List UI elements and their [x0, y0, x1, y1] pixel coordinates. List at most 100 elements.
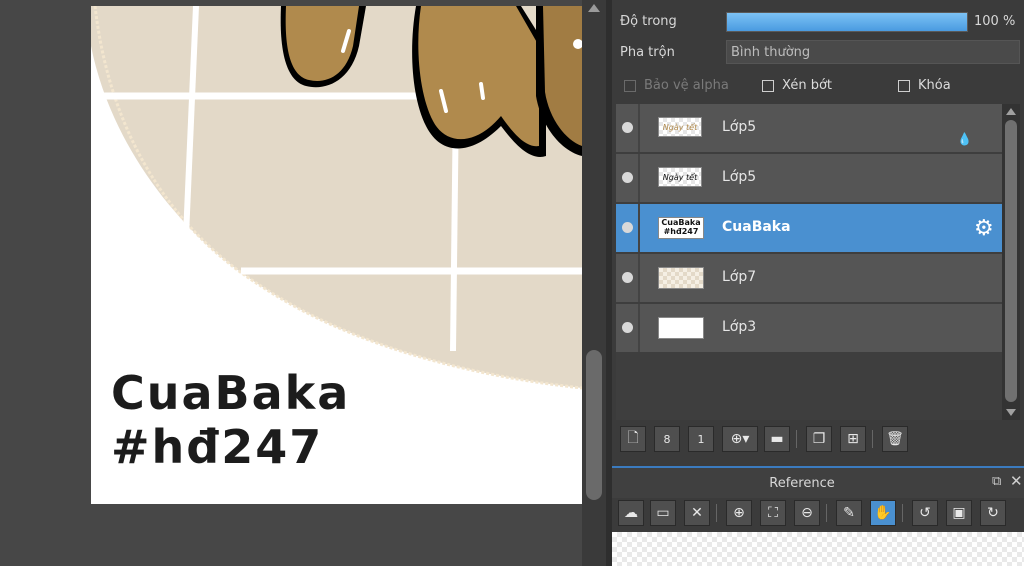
page-icon: 🗋: [627, 430, 639, 446]
toolbar-separator: [716, 504, 717, 522]
rotate-left-icon: ↺: [919, 505, 931, 521]
merge-icon: ⊞: [847, 431, 859, 447]
opacity-slider-fill: [727, 13, 967, 31]
clip-checkbox[interactable]: Xén bớt: [762, 78, 832, 93]
layer-thumbnail: CuaBaka #hđ247: [658, 217, 704, 239]
layer-row[interactable]: Ngày tết Lớp5 💧: [616, 104, 1002, 154]
close-x-icon: ✕: [691, 505, 703, 521]
layer-row[interactable]: Lớp3: [616, 304, 1002, 354]
fit-screen-icon: ⛶: [768, 505, 778, 521]
reference-open-button[interactable]: ▭: [650, 500, 676, 526]
scroll-up-arrow-icon[interactable]: [588, 4, 600, 12]
merge-layer-button[interactable]: ⊞: [840, 426, 866, 452]
opacity-value: 100 %: [974, 14, 1016, 29]
scroll-down-arrow-icon[interactable]: [1006, 409, 1016, 416]
eyedropper-icon: ✎: [843, 505, 855, 521]
layer-thumbnail: Ngày tết: [658, 117, 702, 137]
layer-row[interactable]: Lớp7: [616, 254, 1002, 304]
layer-scroll-thumb[interactable]: [1005, 120, 1017, 402]
checkbox-box: [624, 79, 636, 92]
zoom-out-button[interactable]: ⊖: [794, 500, 820, 526]
reference-header: Reference ⧉ ✕: [612, 466, 1024, 498]
eyedropper-button[interactable]: ✎: [836, 500, 862, 526]
folder-icon: ▬: [770, 431, 784, 447]
reference-title: Reference: [769, 476, 835, 491]
lock-checkbox[interactable]: Khóa: [898, 78, 951, 93]
reference-close-button[interactable]: ✕: [684, 500, 710, 526]
rotate-left-button[interactable]: ↺: [912, 500, 938, 526]
rotate-right-button[interactable]: ↻: [980, 500, 1006, 526]
layer-name: Lớp3: [722, 319, 757, 335]
clip-label: Xén bớt: [782, 78, 832, 93]
duplicate-layer-button[interactable]: ❐: [806, 426, 832, 452]
ink-drop-icon: 💧: [957, 132, 972, 146]
canvas-vertical-scrollbar[interactable]: [582, 0, 606, 566]
layer-name: Lớp5: [722, 119, 757, 135]
reference-upload-button[interactable]: ☁: [618, 500, 644, 526]
layer-gutter: [638, 104, 640, 152]
fit-view-button[interactable]: ⛶: [760, 500, 786, 526]
hand-tool-button[interactable]: ✋: [870, 500, 896, 526]
new-folder-button[interactable]: ▬: [764, 426, 790, 452]
add-page-dropdown-icon: ⊕▾: [730, 431, 750, 447]
popout-icon[interactable]: ⧉: [992, 474, 1001, 489]
layer-row-selected[interactable]: CuaBaka #hđ247 CuaBaka ⚙: [616, 204, 1002, 254]
layer-thumbnail: [658, 267, 704, 289]
hand-icon: ✋: [874, 505, 892, 521]
gear-icon[interactable]: ⚙: [974, 216, 994, 241]
layer-thumbnail: [658, 317, 704, 339]
toolbar-separator: [872, 430, 873, 448]
toolbar-separator: [796, 430, 797, 448]
layer-row[interactable]: Ngày tết Lớp5: [616, 154, 1002, 204]
layer-gutter: [638, 254, 640, 302]
new-layer-button[interactable]: 🗋: [620, 426, 646, 452]
protect-alpha-checkbox[interactable]: Bảo vệ alpha: [624, 78, 729, 93]
close-icon[interactable]: ✕: [1010, 472, 1023, 490]
layer-gutter: [638, 154, 640, 202]
visibility-dot-icon[interactable]: [622, 122, 633, 133]
checkbox-box: [762, 79, 774, 92]
lock-label: Khóa: [918, 78, 951, 93]
delete-layer-button[interactable]: 🗑: [882, 426, 908, 452]
duplicate-icon: ❐: [812, 431, 826, 447]
folder-open-icon: ▭: [656, 505, 670, 521]
visibility-dot-icon[interactable]: [622, 172, 633, 183]
add-layer-dropdown-button[interactable]: ⊕▾: [722, 426, 758, 452]
rotate-right-icon: ↻: [987, 505, 999, 521]
blend-mode-select[interactable]: Bình thường: [726, 40, 1020, 64]
reference-canvas[interactable]: [612, 532, 1024, 566]
new-1bit-layer-button[interactable]: 1: [688, 426, 714, 452]
new-8bit-layer-button[interactable]: 8: [654, 426, 680, 452]
toolbar-separator: [826, 504, 827, 522]
protect-alpha-label: Bảo vệ alpha: [644, 78, 729, 93]
layer-list-scrollbar[interactable]: [1002, 104, 1020, 420]
actual-size-icon: ▣: [952, 505, 966, 521]
page-1-icon: 1: [697, 432, 705, 446]
zoom-out-icon: ⊖: [801, 505, 813, 521]
visibility-dot-icon[interactable]: [622, 322, 633, 333]
layer-gutter: [638, 304, 640, 352]
scroll-up-arrow-icon[interactable]: [1006, 108, 1016, 115]
visibility-dot-icon[interactable]: [622, 272, 633, 283]
artwork-caption-line1: CuaBaka: [111, 366, 351, 420]
checkbox-box: [898, 79, 910, 92]
actual-size-button[interactable]: ▣: [946, 500, 972, 526]
artwork-canvas[interactable]: CuaBaka #hđ247: [91, 6, 582, 504]
zoom-in-button[interactable]: ⊕: [726, 500, 752, 526]
visibility-dot-icon[interactable]: [622, 222, 633, 233]
artwork-caption-line2: #hđ247: [111, 420, 324, 474]
layer-thumbnail: Ngày tết: [658, 167, 702, 187]
opacity-label: Độ trong: [620, 14, 677, 29]
cloud-upload-icon: ☁: [624, 505, 638, 521]
layer-list[interactable]: Ngày tết Lớp5 💧 Ngày tết Lớp5 CuaBaka #h…: [616, 104, 1002, 420]
zoom-in-icon: ⊕: [733, 505, 745, 521]
opacity-slider[interactable]: [726, 12, 968, 32]
layer-name: Lớp7: [722, 269, 757, 285]
blend-mode-label: Pha trộn: [620, 45, 675, 60]
canvas-scroll-thumb[interactable]: [586, 350, 602, 500]
layer-name: CuaBaka: [722, 219, 791, 235]
page-8-icon: 8: [663, 432, 671, 446]
layer-panel: Độ trong 100 % Pha trộn Bình thường Bảo …: [612, 0, 1024, 566]
canvas-area[interactable]: CuaBaka #hđ247: [0, 0, 582, 566]
layer-gutter: [638, 204, 640, 252]
